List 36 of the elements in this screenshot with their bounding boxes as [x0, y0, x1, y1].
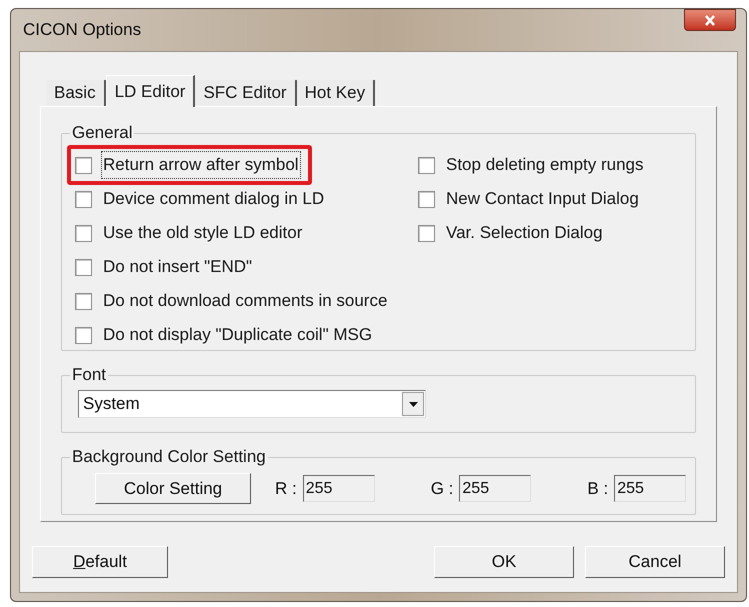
channel-label: G : [430, 478, 454, 500]
checkbox[interactable] [75, 190, 92, 208]
checkbox-label[interactable]: Device comment dialog in LD [102, 186, 326, 212]
channel-field[interactable]: 255 [614, 475, 686, 502]
tab[interactable]: SFC Editor [195, 80, 297, 106]
tab[interactable]: LD Editor [106, 75, 196, 107]
tab[interactable]: Hot Key [296, 80, 376, 106]
checkbox-label[interactable]: Var. Selection Dialog [445, 220, 604, 246]
font-dropdown[interactable]: System [78, 390, 426, 418]
close-icon [704, 14, 716, 26]
checkbox[interactable] [75, 258, 92, 276]
checkbox-label[interactable]: Use the old style LD editor [102, 220, 304, 246]
dialog-button[interactable]: Default [32, 546, 168, 578]
checkbox[interactable] [75, 292, 92, 310]
checkbox-label[interactable]: Stop deleting empty rungs [445, 152, 645, 178]
checkbox[interactable] [75, 224, 92, 242]
tab[interactable]: Basic [46, 80, 106, 106]
checkbox[interactable] [418, 224, 435, 242]
window-title: CICON Options [22, 19, 142, 42]
color-setting-button[interactable]: Color Setting [95, 473, 251, 504]
checkbox[interactable] [418, 190, 435, 208]
dialog-button[interactable]: Cancel [585, 546, 725, 578]
checkbox-label[interactable]: Do not insert "END" [102, 254, 254, 280]
checkbox-label[interactable]: New Contact Input Dialog [445, 186, 640, 212]
checkbox-label[interactable]: Do not download comments in source [102, 288, 388, 314]
checkbox-label[interactable]: Return arrow after symbol [102, 152, 300, 178]
checkbox[interactable] [418, 156, 435, 174]
channel-label: B : [587, 478, 608, 500]
checkbox-label[interactable]: Do not display "Duplicate coil" MSG [102, 322, 374, 348]
channel-field[interactable]: 255 [302, 475, 375, 502]
checkbox[interactable] [75, 326, 92, 344]
channel-label: R : [275, 478, 297, 500]
channel-field[interactable]: 255 [459, 475, 532, 502]
close-button[interactable] [684, 9, 736, 31]
checkbox[interactable] [75, 156, 92, 174]
dialog-button[interactable]: OK [434, 546, 574, 578]
